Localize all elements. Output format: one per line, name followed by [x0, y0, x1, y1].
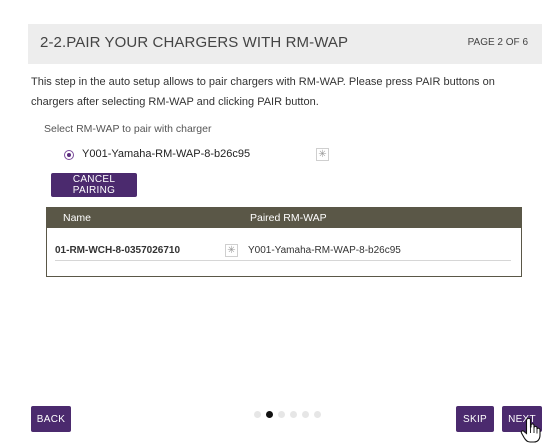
paired-rmwap: Y001-Yamaha-RM-WAP-8-b26c95 [248, 245, 401, 256]
table-header: Name Paired RM-WAP [47, 208, 521, 228]
select-rmwap-label: Select RM-WAP to pair with charger [44, 123, 212, 135]
rmwap-radio[interactable] [64, 150, 74, 160]
skip-button[interactable]: SKIP [456, 406, 494, 432]
page-dot-active[interactable] [266, 411, 273, 418]
page-dot[interactable] [314, 411, 321, 418]
page-dot[interactable] [290, 411, 297, 418]
sparkle-icon[interactable]: ✳ [316, 148, 329, 161]
rmwap-option-label: Y001-Yamaha-RM-WAP-8-b26c95 [82, 148, 251, 160]
page-dots [254, 411, 334, 419]
page-indicator: PAGE 2 OF 6 [467, 37, 528, 48]
hand-cursor-icon [520, 418, 541, 443]
pairing-table: Name Paired RM-WAP 01-RM-WCH-8-035702671… [46, 207, 522, 277]
page-dot[interactable] [302, 411, 309, 418]
charger-name: 01-RM-WCH-8-0357026710 [55, 245, 181, 256]
rmwap-option[interactable]: Y001-Yamaha-RM-WAP-8-b26c95 ✳ [64, 148, 334, 164]
setup-dialog: 2-2.PAIR YOUR CHARGERS WITH RM-WAP PAGE … [0, 0, 545, 443]
cancel-pairing-button[interactable]: CANCEL PAIRING [51, 173, 137, 197]
step-header: 2-2.PAIR YOUR CHARGERS WITH RM-WAP PAGE … [28, 24, 542, 64]
page-dot[interactable] [278, 411, 285, 418]
column-header-paired-rmwap: Paired RM-WAP [250, 212, 327, 224]
column-header-name: Name [63, 212, 92, 224]
back-button[interactable]: BACK [31, 406, 71, 432]
step-description: This step in the auto setup allows to pa… [31, 76, 495, 108]
page-dot[interactable] [254, 411, 261, 418]
step-title: 2-2.PAIR YOUR CHARGERS WITH RM-WAP [40, 34, 349, 51]
sparkle-icon[interactable]: ✳ [225, 244, 238, 257]
table-row: 01-RM-WCH-8-0357026710 ✳ Y001-Yamaha-RM-… [55, 242, 511, 261]
